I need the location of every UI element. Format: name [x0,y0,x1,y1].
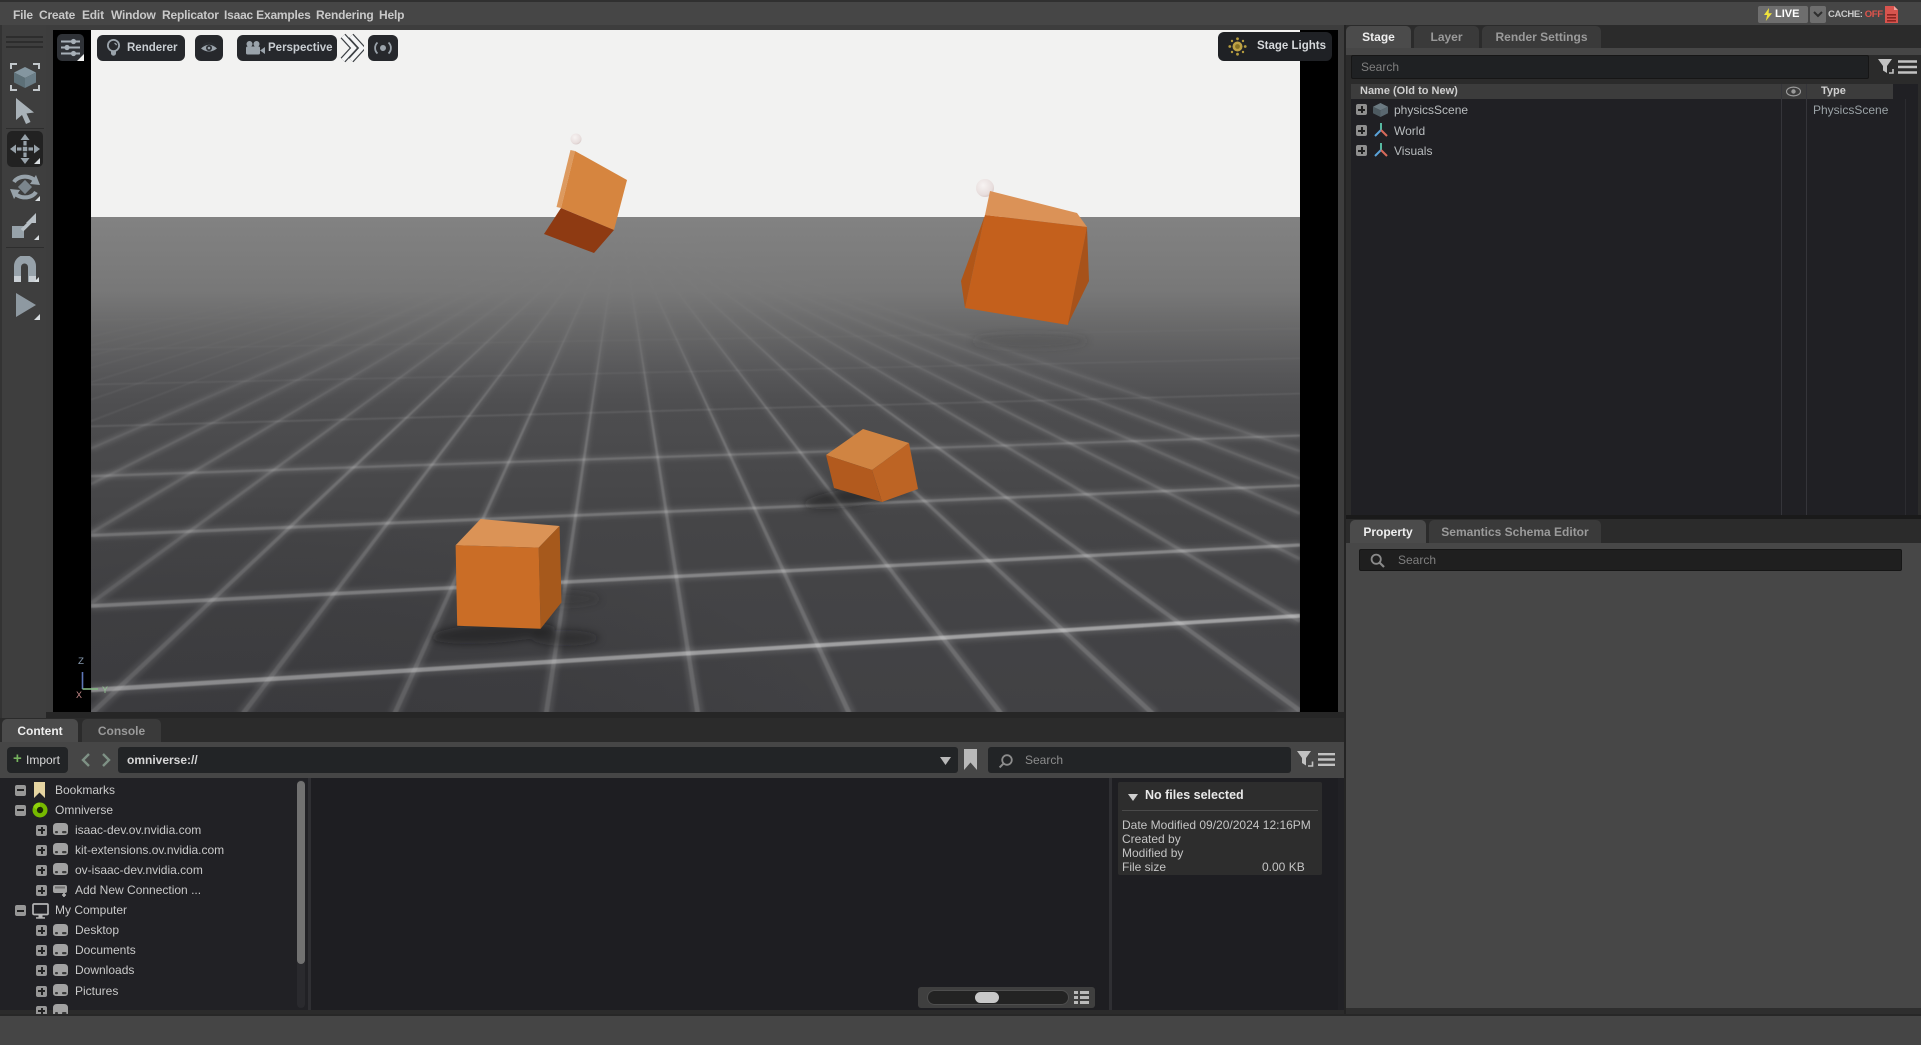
svg-text:Z: Z [78,657,84,668]
svg-text:X: X [76,691,82,698]
svg-text:Y: Y [102,686,108,697]
